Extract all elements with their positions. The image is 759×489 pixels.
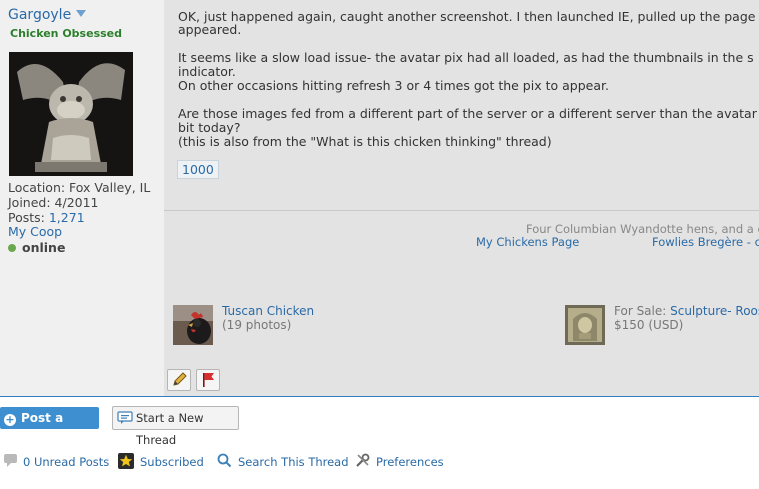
my-coop-link[interactable]: My Coop [8, 224, 62, 239]
unread-posts-link[interactable]: 0 Unread Posts [23, 455, 109, 469]
user-posts: Posts: 1,271 [8, 210, 85, 225]
post-text-line: Are those images fed from a different pa… [178, 106, 757, 121]
thumbnail-price: $150 (USD) [614, 318, 684, 332]
post-text-line: indicator. [178, 64, 236, 79]
post-tag-link[interactable]: 1000 [177, 160, 219, 179]
avatar[interactable] [9, 52, 133, 176]
thumbnail-for-sale-prefix: For Sale: [614, 304, 671, 318]
post-text-line: (this is also from the "What is this chi… [178, 134, 552, 149]
username-menu[interactable]: Gargoyle [8, 7, 87, 23]
pencil-icon [173, 372, 187, 386]
thumbnail-sculpture-title[interactable]: Sculpture- Roos [670, 304, 759, 318]
chicken-photo-image [173, 305, 213, 345]
post-text-line: OK, just happened again, caught another … [178, 9, 756, 24]
post-author-sidebar: Gargoyle Chicken Obsessed Location: Fox … [0, 0, 164, 397]
chevron-down-icon[interactable] [76, 10, 87, 17]
search-icon [217, 453, 232, 468]
speech-bubble-icon [4, 454, 17, 467]
online-status-label: online [22, 240, 66, 255]
sculpture-thumbnail[interactable] [565, 305, 605, 345]
report-post-button[interactable] [196, 369, 220, 391]
star-icon [118, 453, 134, 469]
posts-count-link[interactable]: 1,271 [49, 210, 85, 225]
user-title: Chicken Obsessed [10, 27, 122, 40]
subscribed-link[interactable]: Subscribed [140, 455, 204, 469]
preferences-link[interactable]: Preferences [376, 455, 444, 469]
signature-link-chickens-page[interactable]: My Chickens Page [476, 235, 579, 249]
post-separator [0, 396, 759, 397]
online-status-icon [8, 244, 16, 252]
post-text-line: On other occasions hitting refresh 3 or … [178, 78, 609, 93]
start-new-thread-button[interactable]: Start a New Thread [112, 406, 239, 447]
search-thread-link[interactable]: Search This Thread [238, 455, 349, 469]
tuscan-chicken-thumbnail[interactable] [173, 305, 213, 345]
username[interactable]: Gargoyle [8, 7, 71, 23]
post-content: OK, just happened again, caught another … [164, 0, 759, 397]
sculpture-photo-image [565, 305, 605, 345]
flag-icon [203, 373, 214, 387]
thumbnail-link-tuscan-chicken[interactable]: Tuscan Chicken [222, 304, 314, 318]
user-location: Location: Fox Valley, IL [8, 180, 151, 195]
posts-label: Posts: [8, 210, 49, 225]
post-reply-button[interactable]: + Post a Reply [0, 407, 99, 447]
thumbnail-link-sculpture[interactable]: For Sale: Sculpture- Roos [614, 304, 759, 318]
post-text-line: It seems like a slow load issue- the ava… [178, 50, 754, 65]
tools-icon [356, 453, 370, 467]
edit-post-button[interactable] [167, 369, 191, 391]
start-new-thread-label: Start a New Thread [136, 411, 204, 447]
thumbnail-photo-count: (19 photos) [222, 318, 292, 332]
forum-post: Gargoyle Chicken Obsessed Location: Fox … [0, 0, 759, 397]
signature-link-fowlies[interactable]: Fowlies Bregère - c [652, 235, 759, 249]
online-status: online [8, 240, 65, 255]
new-thread-icon [117, 411, 133, 424]
user-joined: Joined: 4/2011 [8, 195, 99, 210]
post-text-line: bit today? [178, 120, 241, 135]
my-coop-row: My Coop [8, 224, 62, 239]
plus-icon: + [4, 413, 16, 426]
signature-text: Four Columbian Wyandotte hens, and a c [526, 222, 759, 236]
post-text-line: appeared. [178, 22, 242, 37]
signature-divider [164, 210, 759, 211]
gargoyle-avatar-image [9, 52, 133, 176]
